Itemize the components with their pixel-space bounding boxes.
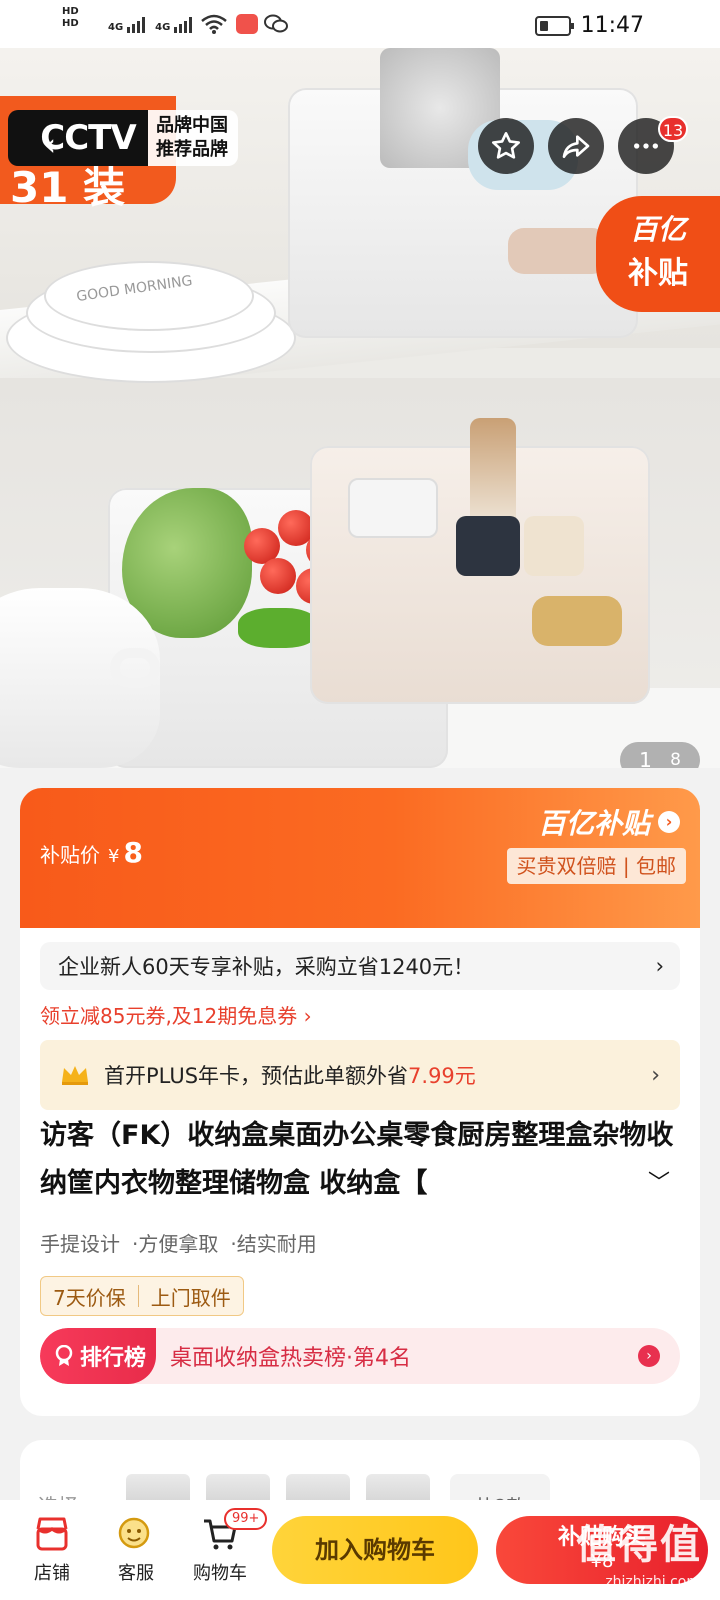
subsidy-brand-label: 百亿补贴 [537,807,650,840]
share-icon [562,135,590,158]
add-to-cart-button[interactable]: 加入购物车 [272,1516,478,1584]
plus-promo-text: 首开PLUS年卡，预估此单额外省 [104,1064,409,1088]
bottle-image-3 [524,516,584,576]
battery-icon [534,15,574,36]
feature-item: ·方便拿取 [132,1232,219,1256]
shop-icon [36,1517,68,1551]
app-notification-icon [236,14,259,34]
subsidy-price: 补贴价 ¥ 8 [40,836,143,869]
more-icon [634,143,658,149]
container-image [348,478,438,538]
pepper-image [238,608,318,648]
price-band: 补贴价 ¥ 8 百亿补贴 › 买贵双倍赔 | 包邮 [20,788,700,928]
feature-item: 手提设计 [40,1232,120,1256]
hd2-label: HD [62,18,79,29]
plates-image: GOOD MORNING [6,253,306,383]
price-info-card: 补贴价 ¥ 8 百亿补贴 › 买贵双倍赔 | 包邮 企业新人60天专享补贴，采购… [20,788,700,1416]
medal-icon [55,1345,73,1366]
clock: 11:47 [580,13,644,38]
enterprise-promo-text: 企业新人60天专享补贴，采购立省1240元！ [58,955,475,979]
customer-service-button[interactable]: 客服 [94,1500,178,1600]
feature-item: ·结实耐用 [230,1232,317,1256]
subsidy-badge: 百亿 补贴 [596,196,720,312]
service-label: 客服 [118,1563,154,1584]
star-icon [492,132,520,159]
status-bar: HD HD 4G 4G 11:47 [0,0,720,48]
service-tags[interactable]: 7天价保 上门取件 [40,1276,244,1316]
cart-button[interactable]: 购物车 99+ [178,1500,268,1600]
network-type-label-2: 4G [155,22,171,33]
watermark-logo: 值得值 [576,1522,702,1568]
hd-indicator: HD HD [62,6,79,30]
service-tag-pickup: 上门取件 [150,1285,231,1310]
cctv-line2: 推荐品牌 [156,139,228,160]
chevron-right-icon: › [638,1345,660,1367]
ranking-text: 桌面收纳盒热卖榜·第4名 [170,1346,412,1371]
wechat-icon [264,14,289,33]
plus-membership-row[interactable]: 首开PLUS年卡，预估此单额外省 7.99元 › [40,1040,680,1110]
cctv-line1: 品牌中国 [156,115,228,136]
notification-badge: 13 [658,116,688,142]
chevron-right-icon: › [651,1062,660,1088]
pager-total: 8 [670,750,681,768]
service-tag-price-protect: 7天价保 [53,1285,126,1310]
chevron-right-icon: › [658,811,680,833]
status-right: 11:47 [534,13,644,38]
plus-saving-amount: 7.99元 [408,1064,476,1088]
cart-count-badge: 99+ [224,1508,268,1530]
product-title-text: 访客（FK）收纳盒桌面办公桌零食厨房整理盒杂物收纳筐内衣物整理储物盒 收纳盒【 [40,1120,674,1199]
subsidy-brand-link[interactable]: 百亿补贴 › [538,802,680,842]
bottle-image-2 [456,516,520,576]
image-pager: 1 8 [620,742,700,768]
pot-handle [110,648,160,688]
share-button[interactable] [548,118,604,174]
subsidy-line1: 百亿 [629,213,686,246]
enterprise-promo-row[interactable]: 企业新人60天专享补贴，采购立省1240元！ › [40,942,680,990]
coupon-link[interactable]: 领立减85元券,及12期免息券 › [40,1000,312,1029]
feature-list: 手提设计 ·方便拿取 ·结实耐用 [40,1228,317,1257]
product-title: 访客（FK）收纳盒桌面办公桌零食厨房整理盒杂物收纳筐内衣物整理储物盒 收纳盒【 … [40,1112,680,1208]
shop-label: 店铺 [34,1563,70,1584]
hd1-label: HD [62,6,79,17]
price-label: 补贴价 [40,843,100,867]
ranking-row[interactable]: 排行榜 桌面收纳盒热卖榜·第4名 › [40,1328,680,1384]
pager-current: 1 [639,748,652,768]
expand-title-icon[interactable]: ﹀ [648,1160,670,1208]
guarantee-badge: 买贵双倍赔 | 包邮 [506,848,686,884]
crown-icon [62,1066,88,1085]
chevron-right-icon: › [655,954,664,978]
price-currency: ¥ [108,846,120,867]
wifi-icon [201,14,228,34]
cctv-badge-text: 品牌中国 推荐品牌 [148,110,238,166]
cart-label: 购物车 [193,1563,247,1584]
ranking-badge: 排行榜 [40,1328,157,1384]
shop-button[interactable]: 店铺 [10,1500,94,1600]
favorite-button[interactable] [478,118,534,174]
network-type-label: 4G [108,22,124,33]
watermark-url: zhizhizhi.com [605,1574,700,1590]
product-image-carousel[interactable]: GOOD MORNING 31 装 CCTV 品牌中国 推荐品牌 ‹ 13 百亿… [0,48,720,768]
price-amount: 8 [123,836,143,869]
signal-icon: 4G 4G [108,15,193,33]
back-button[interactable]: ‹ [28,124,72,168]
ranking-badge-label: 排行榜 [80,1346,147,1371]
tomato-image [260,558,296,594]
customer-service-icon [118,1517,150,1549]
subsidy-line2: 补贴 [628,256,688,291]
